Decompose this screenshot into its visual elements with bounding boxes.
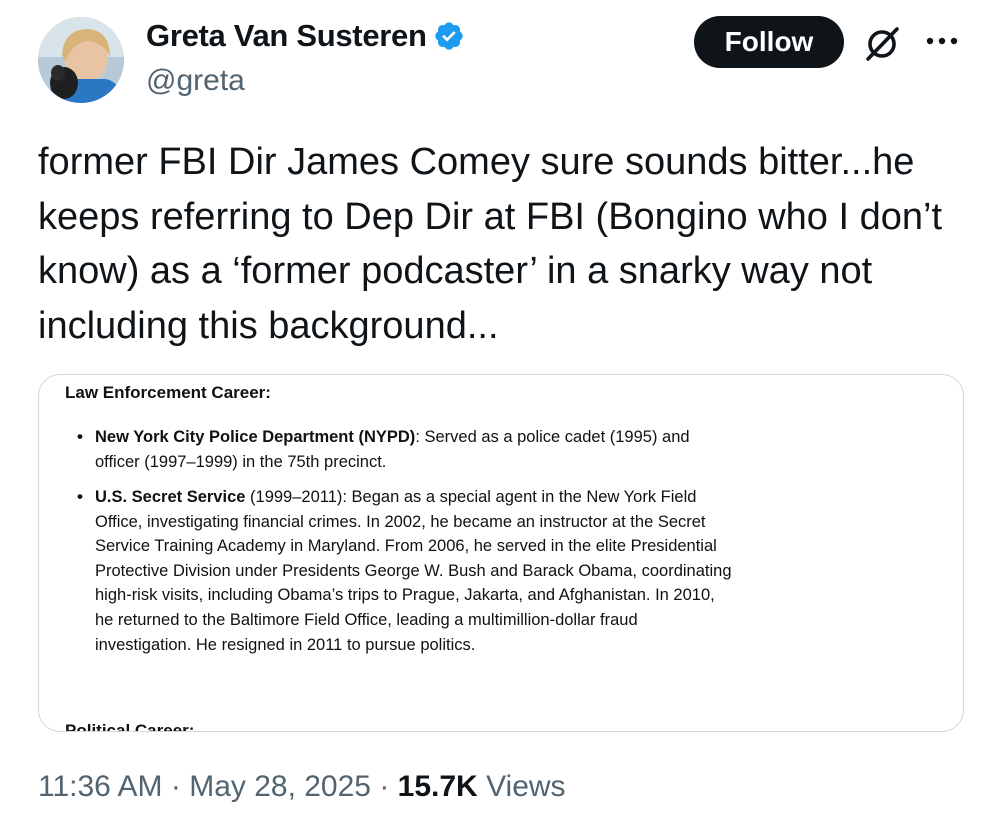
image-cut-off-heading: Political Career: (65, 721, 195, 732)
attached-image[interactable]: Law Enforcement Career: • New York City … (38, 374, 964, 732)
avatar-photo (38, 17, 124, 103)
bullet-body: (1999–2011): Began as a special agent in… (95, 488, 732, 654)
grok-icon[interactable] (862, 24, 902, 64)
tweet-text-line: including this background... (38, 304, 499, 347)
views-count[interactable]: 15.7K (398, 770, 478, 803)
author-avatar[interactable] (38, 17, 124, 103)
more-options-icon[interactable] (922, 26, 962, 56)
tweet-metadata: 11:36 AM · May 28, 2025 · 15.7K Views (38, 770, 566, 804)
bullet-title: U.S. Secret Service (95, 488, 246, 506)
tweet-text-line: keeps referring to Dep Dir at FBI (Bongi… (38, 195, 943, 238)
author-display-name[interactable]: Greta Van Susteren (146, 18, 427, 54)
bullet-item: U.S. Secret Service (1999–2011): Began a… (95, 485, 735, 657)
follow-button[interactable]: Follow (694, 16, 844, 68)
tweet-text-line: former FBI Dir James Comey sure sounds b… (38, 141, 915, 183)
tweet-date[interactable]: May 28, 2025 (189, 770, 371, 803)
tweet-time[interactable]: 11:36 AM (38, 770, 163, 803)
bullet-title: New York City Police Department (NYPD) (95, 428, 416, 446)
bullet-icon: • (77, 487, 83, 506)
bullet-icon: • (77, 427, 83, 446)
author-handle[interactable]: @greta (146, 64, 245, 98)
bullet-item: New York City Police Department (NYPD): … (95, 425, 735, 474)
tweet-text-line: know) as a ‘former podcaster’ in a snark… (38, 250, 873, 292)
views-label: Views (477, 770, 566, 803)
image-heading: Law Enforcement Career: (65, 383, 271, 402)
tweet-text: former FBI Dir James Comey sure sounds b… (38, 135, 968, 353)
meta-separator: · (371, 770, 398, 803)
meta-separator: · (162, 770, 190, 803)
verified-badge-icon[interactable] (433, 20, 465, 52)
